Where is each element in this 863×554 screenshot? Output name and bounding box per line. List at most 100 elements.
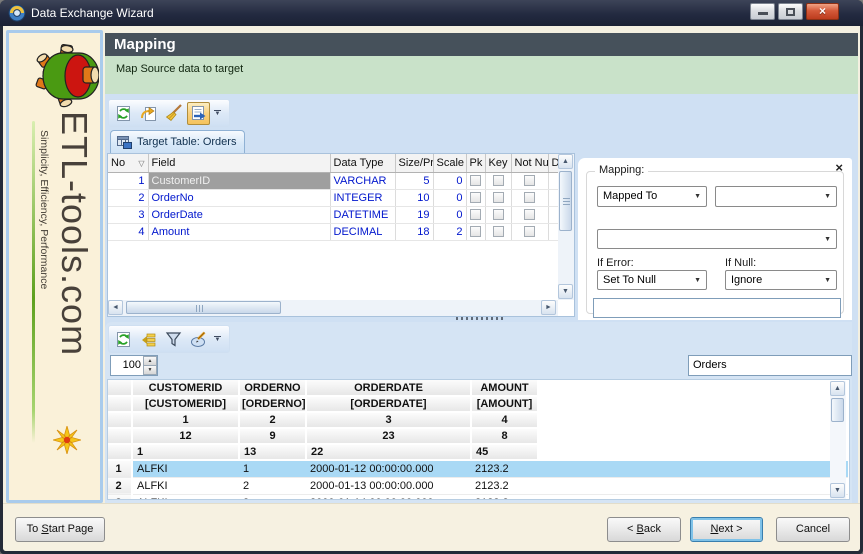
auto-map-button[interactable]: [137, 102, 160, 125]
refresh-button[interactable]: [112, 102, 135, 125]
preview-header-ordinals: 1 2 3 4: [108, 412, 849, 429]
column-header-scale[interactable]: Scale: [433, 154, 467, 173]
scrollbar-thumb[interactable]: [126, 301, 281, 314]
back-button[interactable]: < Back: [607, 517, 681, 542]
field-row[interactable]: 4 Amount DECIMAL 18 2: [108, 223, 559, 241]
toolbar-overflow-button[interactable]: ▼: [211, 329, 224, 349]
field-type[interactable]: DATETIME: [330, 206, 396, 224]
scroll-up-icon[interactable]: ▲: [558, 154, 573, 169]
filter-button[interactable]: [162, 328, 185, 351]
field-row[interactable]: 2 OrderNo INTEGER 10 0: [108, 189, 559, 207]
next-button[interactable]: Next >: [690, 517, 763, 542]
field-name-cell[interactable]: Amount: [148, 223, 331, 241]
column-header[interactable]: ORDERNO: [239, 380, 307, 397]
rows-limit-value[interactable]: 100: [111, 356, 143, 375]
field-size[interactable]: 19: [395, 206, 434, 224]
mapped-to-select[interactable]: Mapped To ▼: [597, 186, 707, 207]
column-header-pk[interactable]: Pk: [466, 154, 486, 173]
minimize-button[interactable]: [750, 3, 775, 20]
scroll-down-icon[interactable]: ▼: [830, 483, 845, 498]
field-type[interactable]: DECIMAL: [330, 223, 396, 241]
field-name-cell[interactable]: OrderDate: [148, 206, 331, 224]
scroll-left-icon[interactable]: ◄: [108, 300, 123, 315]
field-no[interactable]: 4: [108, 223, 149, 241]
preview-vertical-scrollbar[interactable]: ▲ ▼: [830, 381, 846, 499]
field-type[interactable]: VARCHAR: [330, 172, 396, 190]
expression-select[interactable]: ▼: [597, 229, 837, 249]
scroll-up-icon[interactable]: ▲: [830, 381, 845, 396]
key-checkbox[interactable]: [492, 209, 504, 221]
field-name-cell[interactable]: OrderNo: [148, 189, 331, 207]
scrollbar-thumb[interactable]: [559, 171, 572, 231]
source-column-header[interactable]: [ORDERNO]: [239, 396, 307, 413]
edit-data-button[interactable]: [187, 328, 210, 351]
column-header-default[interactable]: D: [548, 154, 559, 173]
column-header-no[interactable]: No ▽: [108, 154, 149, 173]
refresh-data-button[interactable]: [112, 328, 135, 351]
target-field-select[interactable]: ▼: [715, 186, 837, 207]
field-row[interactable]: 3 OrderDate DATETIME 19 0: [108, 206, 559, 224]
column-header[interactable]: CUSTOMERID: [132, 380, 240, 397]
splitter-handle[interactable]: [456, 317, 504, 320]
spin-down-icon[interactable]: ▼: [143, 365, 157, 375]
column-header[interactable]: ORDERDATE: [306, 380, 472, 397]
key-checkbox[interactable]: [492, 192, 504, 204]
scroll-down-icon[interactable]: ▼: [558, 284, 573, 299]
key-checkbox[interactable]: [492, 175, 504, 187]
key-checkbox[interactable]: [492, 226, 504, 238]
column-header-key[interactable]: Key: [485, 154, 512, 173]
field-scale[interactable]: 0: [433, 206, 467, 224]
scrollbar-thumb[interactable]: [831, 398, 844, 422]
pk-checkbox[interactable]: [470, 175, 481, 187]
default-value-input[interactable]: [593, 298, 841, 318]
not-null-checkbox[interactable]: [524, 209, 535, 221]
field-size[interactable]: 10: [395, 189, 434, 207]
field-scale[interactable]: 0: [433, 189, 467, 207]
pk-checkbox[interactable]: [470, 226, 481, 238]
pk-checkbox[interactable]: [470, 209, 481, 221]
if-null-select[interactable]: Ignore ▼: [725, 270, 837, 290]
clean-button[interactable]: [162, 102, 185, 125]
column-header[interactable]: AMOUNT: [471, 380, 539, 397]
cancel-button[interactable]: Cancel: [776, 517, 850, 542]
field-size[interactable]: 5: [395, 172, 434, 190]
field-row[interactable]: 1 CustomerID VARCHAR 5 0: [108, 172, 559, 190]
not-null-checkbox[interactable]: [524, 175, 535, 187]
preview-grid: CUSTOMERID ORDERNO ORDERDATE AMOUNT [CUS…: [107, 379, 850, 500]
maximize-button[interactable]: [778, 3, 803, 20]
field-size[interactable]: 18: [395, 223, 434, 241]
scroll-right-icon[interactable]: ►: [541, 300, 556, 315]
field-no[interactable]: 2: [108, 189, 149, 207]
field-type[interactable]: INTEGER: [330, 189, 396, 207]
column-header-not-null[interactable]: Not Null: [511, 154, 549, 173]
source-column-header[interactable]: [ORDERDATE]: [306, 396, 472, 413]
preview-row[interactable]: 3 ALFKI 3 2000-01-14 00:00:00.000 2123.2: [108, 494, 848, 499]
source-column-header[interactable]: [CUSTOMERID]: [132, 396, 240, 413]
tab-target-table[interactable]: Target Table: Orders: [110, 130, 245, 153]
column-header-size[interactable]: Size/Pr: [395, 154, 434, 173]
field-no[interactable]: 1: [108, 172, 149, 190]
pk-checkbox[interactable]: [470, 192, 481, 204]
not-null-checkbox[interactable]: [524, 226, 535, 238]
toolbar-overflow-button[interactable]: ▼: [211, 103, 224, 123]
field-no[interactable]: 3: [108, 206, 149, 224]
rows-limit-spinner[interactable]: 100 ▲ ▼: [110, 355, 158, 376]
titlebar[interactable]: Data Exchange Wizard ×: [0, 0, 863, 26]
not-null-checkbox[interactable]: [524, 192, 535, 204]
preview-row-selected[interactable]: 1 ALFKI 1 2000-01-12 00:00:00.000 2123.2: [108, 460, 848, 478]
append-row-button[interactable]: [137, 328, 160, 351]
field-scale[interactable]: 2: [433, 223, 467, 241]
if-error-select[interactable]: Set To Null ▼: [597, 270, 707, 290]
source-table-input[interactable]: Orders: [688, 355, 852, 376]
mapping-options-button[interactable]: [187, 101, 210, 125]
column-header-data-type[interactable]: Data Type: [330, 154, 396, 173]
close-button[interactable]: ×: [806, 3, 839, 20]
start-page-button[interactable]: To Start Page: [15, 517, 105, 542]
field-scale[interactable]: 0: [433, 172, 467, 190]
source-column-header[interactable]: [AMOUNT]: [471, 396, 539, 413]
field-name-cell-selected[interactable]: CustomerID: [148, 172, 331, 190]
preview-row[interactable]: 2 ALFKI 2 2000-01-13 00:00:00.000 2123.2: [108, 477, 848, 495]
fields-vertical-scrollbar[interactable]: ▲ ▼: [558, 154, 574, 300]
fields-horizontal-scrollbar[interactable]: ◄ ►: [108, 300, 558, 316]
column-header-field[interactable]: Field: [148, 154, 331, 173]
